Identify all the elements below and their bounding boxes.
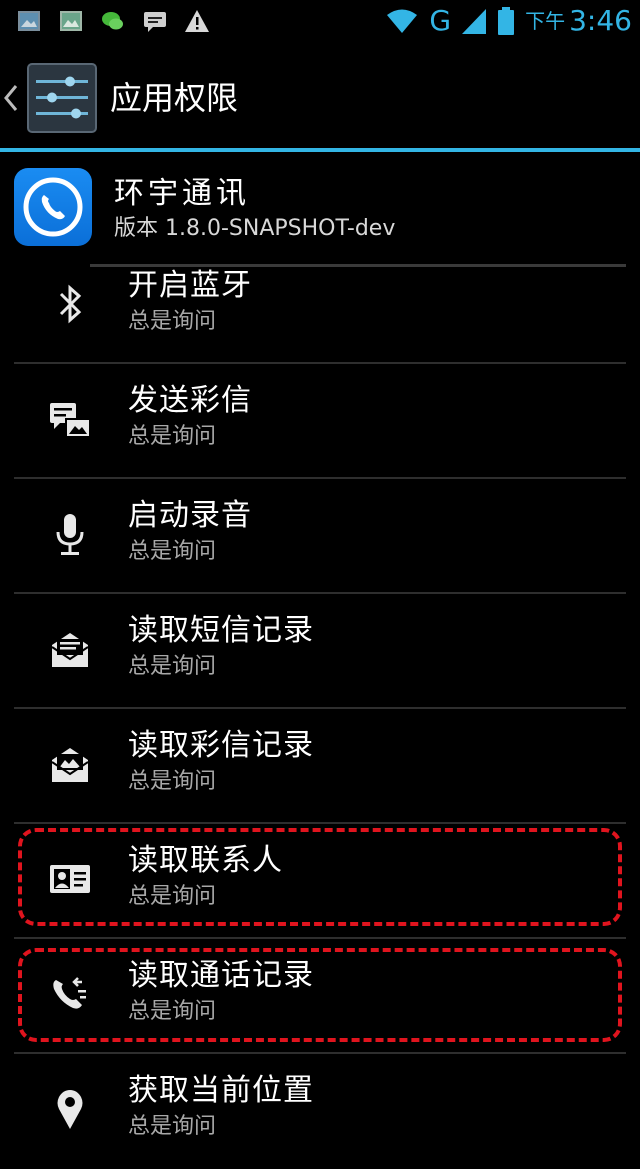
permission-status: 总是询问 [128,1114,217,1139]
permission-title: 开启蓝牙 [128,268,252,303]
sms-read-icon [51,633,89,667]
network-type-label: G [429,4,452,37]
app-header: 环宇通讯 版本 1.8.0-SNAPSHOT-dev [0,152,640,268]
page-title: 应用权限 [110,79,239,117]
highlight-box-call-log [18,948,622,1042]
permission-status: 总是询问 [128,539,217,564]
gallery-icon [60,11,82,31]
permission-item-location[interactable]: 获取当前位置 总是询问 [0,1057,640,1169]
permission-title: 启动录音 [128,498,252,533]
list-divider [14,822,626,824]
bluetooth-icon [59,284,82,324]
microphone-icon [56,514,84,555]
wechat-icon [102,12,123,30]
phone-call-icon [23,177,83,237]
notification-icons [16,8,210,34]
permission-item-read-mms[interactable]: 读取彩信记录 总是询问 [0,712,640,824]
status-indicators: G 下午 3:46 [385,6,632,36]
app-name: 环宇通讯 [114,176,250,211]
signal-icon [462,9,487,34]
permission-title: 获取当前位置 [128,1073,314,1108]
list-divider [14,707,626,709]
app-icon [14,168,92,246]
ampm-label: 下午 [525,9,566,33]
status-bar: G 下午 3:46 [0,0,640,48]
highlight-box-contacts [18,828,622,926]
warning-icon [185,10,209,32]
list-divider [14,592,626,594]
app-version: 版本 1.8.0-SNAPSHOT-dev [114,216,396,241]
permission-status: 总是询问 [128,424,217,449]
back-chevron-icon[interactable] [2,84,20,112]
permission-title: 读取短信记录 [128,613,314,648]
mms-icon [50,403,91,438]
message-icon [144,12,166,32]
permission-status: 总是询问 [128,769,217,794]
list-divider [14,937,626,939]
mms-read-icon [51,748,89,782]
permission-title: 读取彩信记录 [128,728,314,763]
permission-status: 总是询问 [128,309,217,334]
permission-item-read-sms[interactable]: 读取短信记录 总是询问 [0,597,640,709]
battery-icon [498,7,515,35]
list-divider [14,477,626,479]
location-pin-icon [57,1090,83,1129]
clock: 3:46 [569,4,632,37]
list-divider [14,1052,626,1054]
wifi-icon [387,9,418,33]
permission-status: 总是询问 [128,654,217,679]
permission-item-send-mms[interactable]: 发送彩信 总是询问 [0,367,640,479]
permission-item-bluetooth[interactable]: 开启蓝牙 总是询问 [0,252,640,364]
action-bar: 应用权限 [0,48,640,148]
permission-item-record-audio[interactable]: 启动录音 总是询问 [0,482,640,594]
list-divider [14,362,626,364]
photo-icon [18,11,40,31]
permission-title: 发送彩信 [128,383,252,418]
settings-sliders-icon[interactable] [26,62,98,134]
